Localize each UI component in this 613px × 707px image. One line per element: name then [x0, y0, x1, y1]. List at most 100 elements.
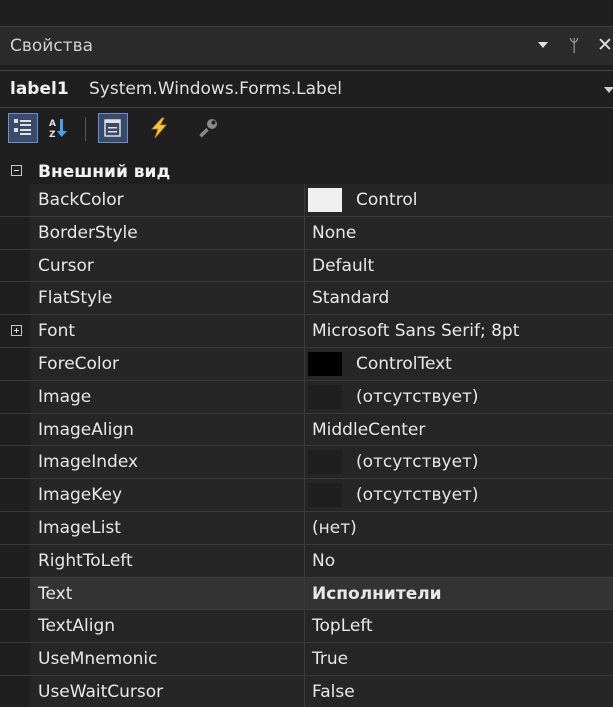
property-value[interactable]: None — [312, 217, 356, 249]
property-value[interactable]: (нет) — [312, 512, 357, 544]
row-gutter — [0, 413, 30, 446]
category-label: Внешний вид — [38, 162, 171, 182]
column-divider — [304, 675, 305, 707]
collapse-icon[interactable] — [11, 165, 22, 176]
property-value[interactable]: True — [312, 643, 348, 675]
column-divider — [304, 216, 305, 249]
row-gutter — [0, 479, 30, 511]
row-gutter — [0, 282, 30, 315]
column-divider — [304, 315, 305, 347]
alphabetical-view-button[interactable]: A Z — [45, 113, 75, 143]
property-value[interactable]: (отсутствует) — [356, 479, 479, 511]
color-swatch — [308, 188, 342, 212]
property-value[interactable]: Standard — [312, 282, 389, 314]
categorized-icon — [14, 119, 31, 135]
property-row[interactable]: UseMnemonic True — [0, 643, 613, 676]
property-grid: Внешний вид BackColor Control BorderStyle N… — [0, 160, 613, 707]
property-row[interactable]: ForeColor ControlText — [0, 347, 613, 381]
properties-toolbar: A Z — [0, 108, 613, 150]
close-icon[interactable]: ✕ — [597, 34, 613, 56]
column-divider — [304, 347, 305, 380]
panel-titlebar: Свойства ᛘ ✕ — [0, 27, 613, 65]
property-row[interactable]: Text Исполнители — [0, 577, 613, 611]
expand-icon[interactable] — [11, 325, 22, 337]
row-gutter — [0, 577, 30, 610]
property-value[interactable]: False — [312, 676, 355, 707]
column-divider — [304, 511, 305, 544]
row-gutter — [0, 347, 30, 380]
property-name: Image — [38, 386, 92, 407]
property-row[interactable]: Cursor Default — [0, 249, 613, 283]
property-value[interactable]: TopLeft — [312, 610, 373, 642]
property-row[interactable]: ImageIndex (отсутствует) — [0, 446, 613, 480]
property-row[interactable]: Image (отсутствует) — [0, 380, 613, 414]
color-swatch — [308, 384, 342, 409]
property-name: ImageAlign — [38, 419, 134, 440]
panel-title: Свойства — [10, 36, 94, 56]
property-value[interactable]: (отсутствует) — [356, 381, 479, 413]
property-value[interactable]: ControlText — [356, 348, 452, 380]
property-row[interactable]: UseWaitCursor False — [0, 675, 613, 707]
color-swatch — [308, 483, 342, 508]
chevron-down-icon[interactable] — [538, 42, 548, 48]
property-row[interactable]: RightToLeft No — [0, 544, 613, 578]
events-view-button[interactable] — [144, 113, 174, 143]
column-divider — [304, 380, 305, 413]
property-value[interactable]: Default — [312, 250, 374, 282]
property-value[interactable]: MiddleCenter — [312, 414, 425, 446]
object-selector[interactable]: label1 System.Windows.Forms.Label — [0, 70, 613, 108]
wrench-icon — [199, 119, 217, 138]
row-gutter — [0, 216, 30, 249]
row-gutter — [0, 184, 30, 216]
row-gutter — [0, 675, 30, 707]
properties-view-button[interactable] — [98, 113, 128, 143]
category-row[interactable]: Внешний вид — [0, 160, 613, 184]
property-row[interactable]: BorderStyle None — [0, 216, 613, 250]
column-divider — [304, 479, 305, 511]
svg-text:A: A — [49, 119, 56, 129]
property-name: FlatStyle — [38, 288, 113, 309]
property-row[interactable]: ImageKey (отсутствует) — [0, 479, 613, 512]
row-gutter — [0, 643, 30, 675]
property-name: Cursor — [38, 255, 94, 276]
properties-icon — [104, 119, 121, 137]
property-name: Text — [38, 583, 73, 604]
alphabetical-sort-icon: A Z — [49, 119, 67, 139]
property-row[interactable]: ImageList (нет) — [0, 511, 613, 545]
object-type: System.Windows.Forms.Label — [89, 79, 343, 99]
property-name: ImageList — [38, 517, 121, 538]
property-row[interactable]: ImageAlign MiddleCenter — [0, 413, 613, 447]
column-divider — [304, 610, 305, 643]
categorized-view-button[interactable] — [8, 113, 38, 143]
row-gutter — [0, 446, 30, 479]
property-rows: BackColor Control BorderStyle None Cursor Def… — [0, 184, 613, 707]
color-swatch — [308, 450, 342, 475]
property-row[interactable]: FlatStyle Standard — [0, 282, 613, 316]
pin-icon[interactable]: ᛘ — [569, 36, 579, 56]
column-divider — [304, 643, 305, 675]
row-gutter — [0, 610, 30, 643]
property-row[interactable]: BackColor Control — [0, 184, 613, 217]
property-value[interactable]: Microsoft Sans Serif; 8pt — [312, 315, 519, 347]
row-gutter — [0, 380, 30, 413]
property-name: ImageIndex — [38, 452, 139, 473]
property-name: BorderStyle — [38, 222, 138, 243]
object-dropdown-icon[interactable] — [604, 87, 613, 93]
property-value[interactable]: No — [312, 545, 335, 577]
property-row[interactable]: Font Microsoft Sans Serif; 8pt — [0, 315, 613, 348]
color-swatch — [308, 351, 342, 376]
property-name: TextAlign — [38, 616, 116, 637]
property-value[interactable]: Исполнители — [312, 578, 442, 610]
property-name: RightToLeft — [38, 550, 133, 571]
row-gutter — [0, 511, 30, 544]
property-row[interactable]: TextAlign TopLeft — [0, 610, 613, 644]
property-value[interactable]: Control — [356, 184, 417, 216]
row-gutter — [0, 544, 30, 577]
column-divider — [304, 249, 305, 282]
property-pages-button[interactable] — [193, 113, 223, 143]
property-name: Font — [38, 321, 76, 342]
property-value[interactable]: (отсутствует) — [356, 446, 479, 478]
column-divider — [304, 282, 305, 315]
column-divider — [304, 544, 305, 577]
object-name: label1 — [10, 79, 69, 99]
